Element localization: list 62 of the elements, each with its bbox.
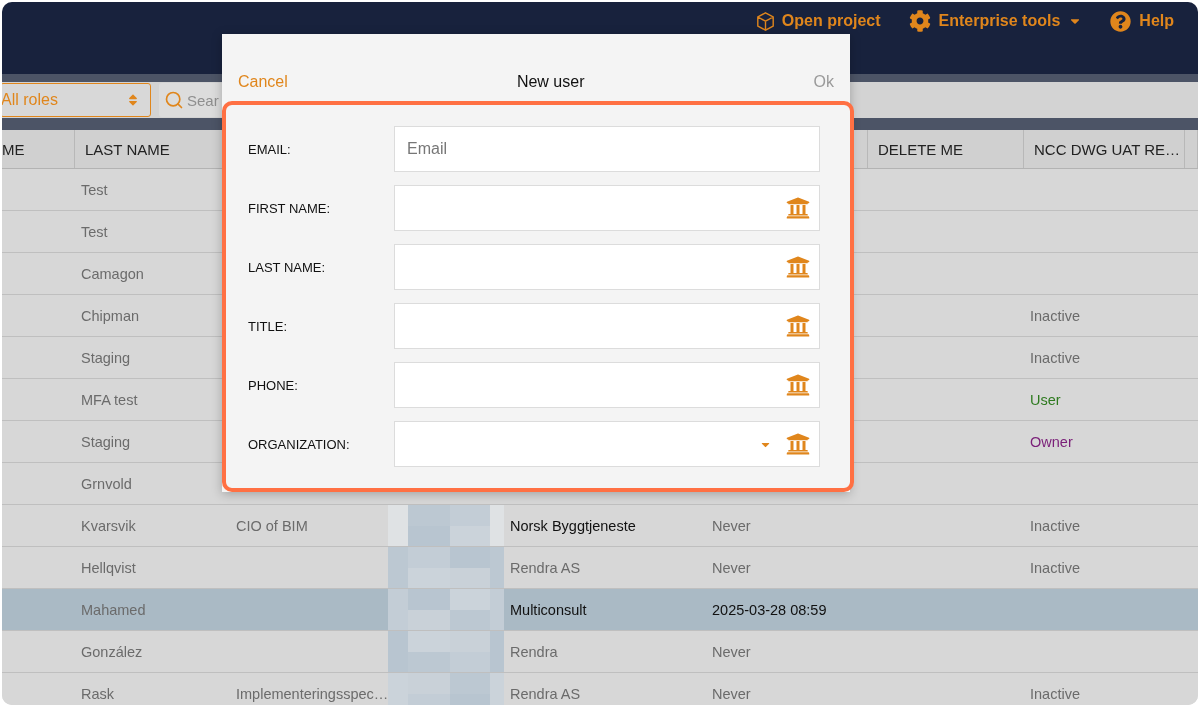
table-cell: Rask (81, 685, 115, 702)
status-text: Owner (1030, 433, 1073, 450)
table-cell: Rendra (510, 643, 558, 660)
bank-icon (786, 373, 810, 397)
table-cell: CIO of BIM (236, 517, 308, 534)
table-cell: González (81, 643, 143, 660)
table-cell: Implementeringsspec… (236, 685, 388, 702)
status-text: Inactive (1030, 559, 1080, 576)
bank-icon (786, 314, 810, 338)
table-cell: Test (81, 223, 108, 240)
search-icon (164, 90, 184, 110)
cube-icon (756, 11, 774, 31)
status-text: Inactive (1030, 307, 1080, 324)
table-cell: Hellqvist (81, 559, 136, 576)
table-cell: Staging (81, 349, 131, 366)
dialog-title: New user (516, 73, 585, 91)
table-cell: Never (712, 685, 751, 702)
input-field[interactable] (394, 244, 820, 290)
column-header: ME (2, 140, 25, 158)
field-label: TITLE: (248, 318, 288, 334)
field-label: ORGANIZATION: (248, 436, 351, 452)
table-cell: Norsk Byggtjeneste (510, 517, 636, 534)
table-cell: Grnvold (81, 475, 132, 492)
status-text: Inactive (1030, 349, 1080, 366)
table-cell: Staging (81, 433, 131, 450)
nav-link[interactable]: Open project (756, 9, 881, 33)
table-cell: Never (712, 517, 751, 534)
table-cell: Rendra AS (510, 559, 581, 576)
bank-icon (786, 255, 810, 279)
table-cell: Never (712, 559, 751, 576)
table-cell: MFA test (81, 391, 138, 408)
organization-select[interactable] (394, 421, 820, 467)
table-cell: Rendra AS (510, 685, 581, 702)
column-header: NCC DWG UAT RE… (1034, 140, 1181, 158)
table-cell: Test (81, 181, 108, 198)
input-field[interactable] (394, 185, 820, 231)
status-text: Inactive (1030, 517, 1080, 534)
nav-link[interactable]: Enterprise tools (908, 9, 1083, 33)
bank-icon (786, 432, 810, 456)
nav-link[interactable]: Help (1110, 9, 1174, 33)
gear-icon (908, 10, 931, 32)
table-cell: Mahamed (81, 601, 146, 618)
field-label: PHONE: (248, 377, 299, 393)
table-cell: Never (712, 643, 751, 660)
input-field[interactable]: Email (394, 126, 820, 172)
status-text: User (1030, 391, 1061, 408)
input-field[interactable] (394, 303, 820, 349)
table-cell: Chipman (81, 307, 140, 324)
column-header: LAST NAME (85, 140, 170, 158)
table-cell: Camagon (81, 265, 144, 282)
help-icon (1110, 10, 1132, 32)
status-text: Inactive (1030, 685, 1080, 702)
sort-icon (126, 93, 140, 107)
field-label: LAST NAME: (248, 259, 327, 275)
field-label: EMAIL: (248, 141, 292, 157)
column-header: DELETE ME (878, 140, 964, 158)
table-cell: 2025-03-28 08:59 (712, 601, 827, 618)
table-cell: Multiconsult (510, 601, 587, 618)
field-label: FIRST NAME: (248, 200, 332, 216)
input-field[interactable] (394, 362, 820, 408)
bank-icon (786, 196, 810, 220)
table-cell: Kvarsvik (81, 517, 136, 534)
